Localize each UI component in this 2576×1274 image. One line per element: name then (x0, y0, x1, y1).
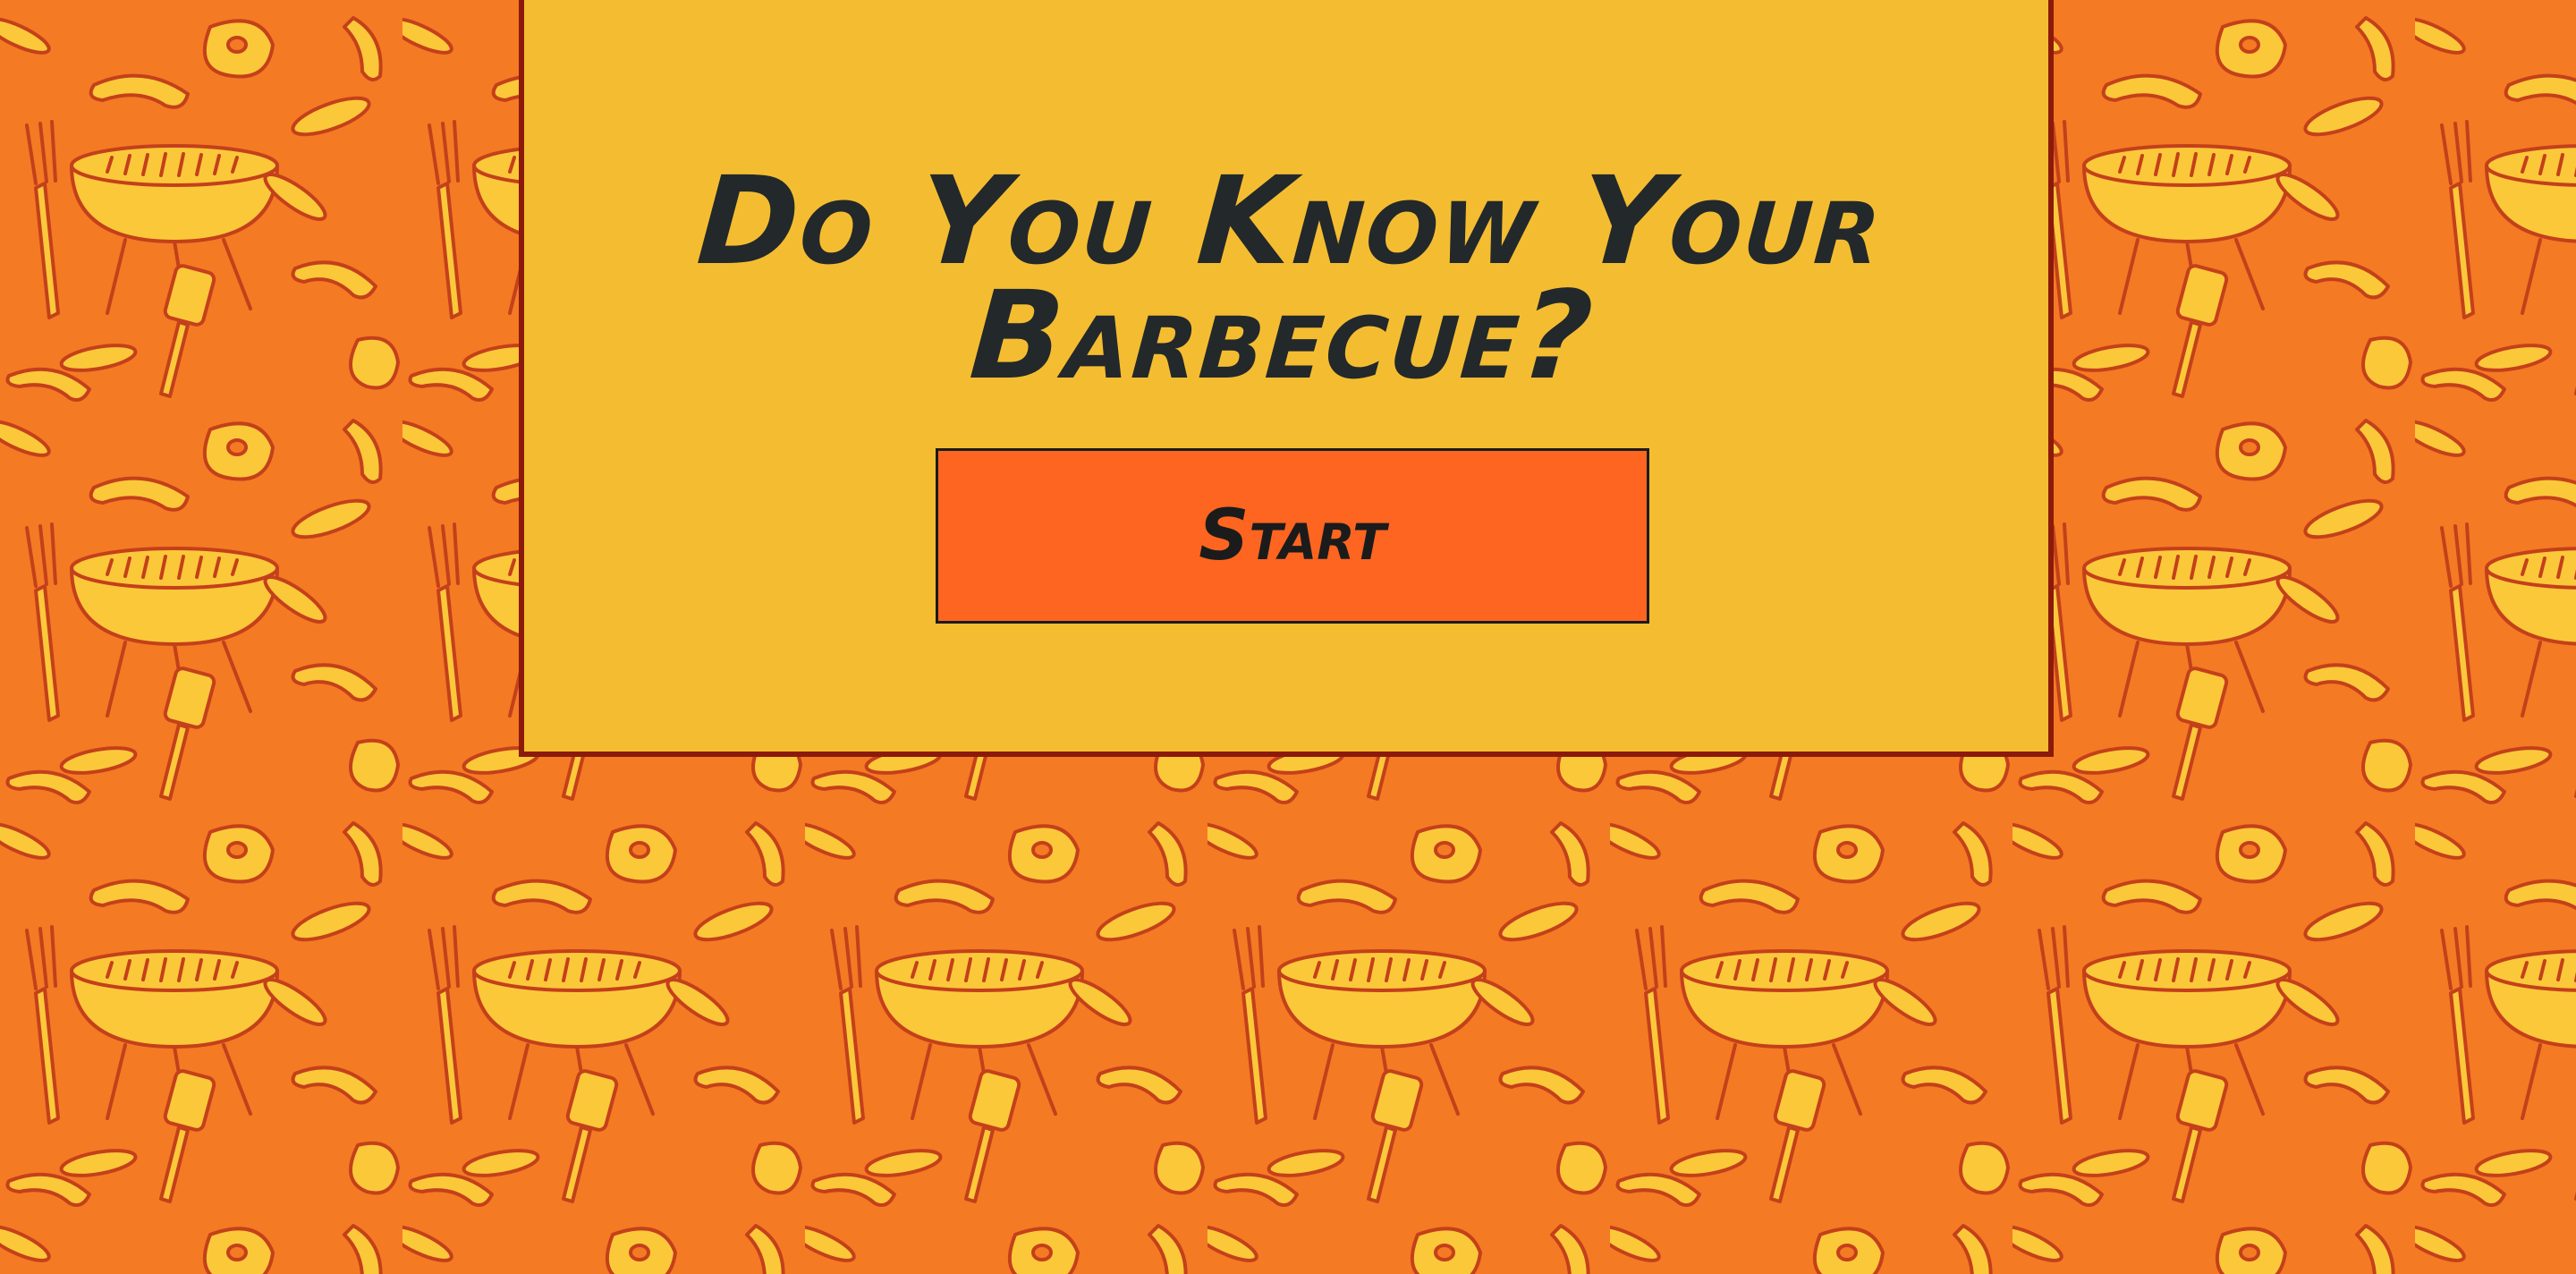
page-title: Do You Know Your Barbecue? (692, 151, 1888, 407)
intro-card: Do You Know Your Barbecue? Start (519, 0, 2054, 757)
start-button[interactable]: Start (936, 448, 1649, 624)
